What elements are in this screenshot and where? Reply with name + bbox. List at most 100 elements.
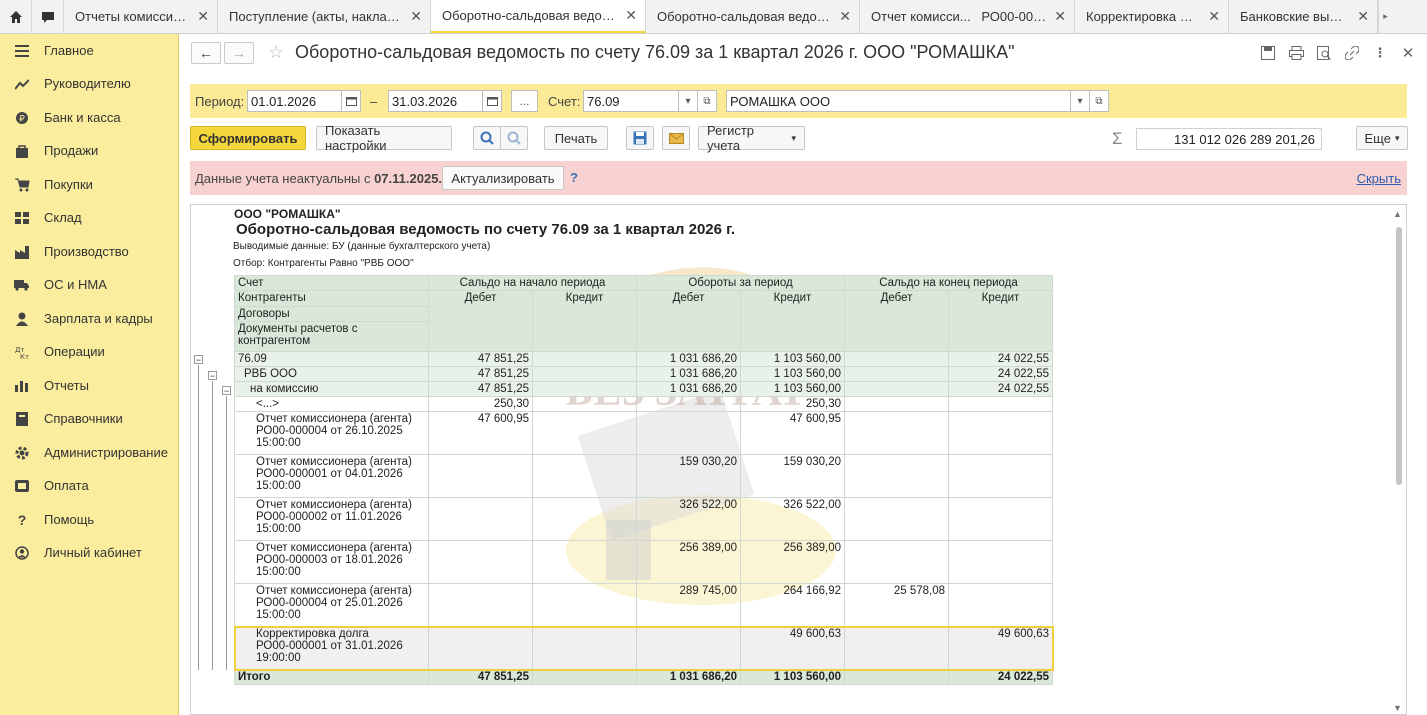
chevron-down-icon[interactable]: ▾ [1070,90,1090,112]
tab-commissioner-reports[interactable]: Отчеты комиссионеров ✕ [64,0,218,33]
sidebar-item-purchases[interactable]: Покупки [0,168,179,201]
more-button[interactable]: Еще ▾ [1356,126,1408,150]
collapse-icon[interactable]: − [194,355,203,365]
tab-osv-active[interactable]: Оборотно-сальдовая ведомо... ✕ [431,0,646,33]
cell-turnover-credit: 1 103 560,00 [740,351,845,367]
collapse-icon[interactable]: − [208,371,217,381]
search-button[interactable] [473,126,501,150]
register-dropdown[interactable]: Регистр учета ▾ [698,123,805,153]
scroll-down-icon[interactable]: ▼ [1393,703,1402,713]
sidebar-item-directories[interactable]: Справочники [0,402,179,435]
cell-closing-credit: 24 022,55 [948,366,1053,382]
generate-button[interactable]: Сформировать [190,126,306,150]
print-icon[interactable] [1287,44,1305,62]
open-icon[interactable]: ⧉ [1089,90,1109,112]
tree-line [198,365,199,670]
table-row[interactable]: Отчет комиссионера (агента) РО00-000001 … [234,454,1053,498]
cell-turnover-credit: 264 166,92 [740,583,845,627]
preview-icon[interactable] [1315,44,1333,62]
collapse-icon[interactable]: − [222,386,231,396]
print-button[interactable]: Печать [544,126,608,150]
back-button[interactable]: ← [191,42,221,64]
close-icon[interactable]: ✕ [1054,8,1066,25]
hide-link[interactable]: Скрыть [1357,171,1401,186]
link-icon[interactable] [1343,44,1361,62]
table-row[interactable]: Отчет комиссионера (агента) РО00-000004 … [234,583,1053,627]
sidebar-item-label: Склад [44,210,82,225]
organization-field[interactable]: РОМАШКА ООО [726,90,1071,112]
forward-button[interactable]: → [224,42,254,64]
sidebar-item-payment[interactable]: Оплата [0,469,179,502]
chevron-down-icon[interactable]: ▾ [678,90,698,112]
close-icon[interactable]: ✕ [197,8,209,25]
sidebar-item-salary[interactable]: Зарплата и кадры [0,302,179,335]
sum-field[interactable]: 131 012 026 289 201,26 [1136,128,1322,150]
table-row[interactable]: 76.09 47 851,25 1 031 686,20 1 103 560,0… [234,351,1053,367]
gear-icon [0,446,44,460]
tab-receipts[interactable]: Поступление (акты, накладн... ✕ [218,0,431,33]
register-label: Регистр учета [707,123,755,153]
tab-bank-statements[interactable]: Банковские выписки ✕ [1229,0,1378,33]
table-row[interactable]: <...> 250,30 250,30 [234,396,1053,412]
scroll-up-icon[interactable]: ▲ [1393,209,1402,219]
total-row[interactable]: Итого 47 851,25 1 031 686,20 1 103 560,0… [234,669,1053,685]
table-row[interactable]: РВБ ООО 47 851,25 1 031 686,20 1 103 560… [234,366,1053,382]
save-icon[interactable] [1259,44,1277,62]
update-button[interactable]: Актуализировать [442,166,564,190]
close-icon[interactable]: ✕ [1399,44,1417,62]
sidebar-item-production[interactable]: Производство [0,235,179,268]
menu-icon [0,44,44,57]
close-icon[interactable]: ✕ [1208,8,1220,25]
close-icon[interactable]: ✕ [625,7,637,24]
sidebar-item-warehouse[interactable]: Склад [0,201,179,234]
cell-closing-credit: 24 022,55 [948,351,1053,367]
open-icon[interactable]: ⧉ [697,90,717,112]
table-row[interactable]: Отчет комиссионера (агента) РО00-000002 … [234,497,1053,541]
arrow-left-icon: ← [199,45,213,61]
sidebar-item-manager[interactable]: Руководителю [0,67,179,100]
more-vertical-icon[interactable]: ⋮ [1371,44,1389,62]
sidebar-item-main[interactable]: Главное [0,34,179,67]
sidebar-item-account[interactable]: Личный кабинет [0,536,179,569]
close-icon[interactable]: ✕ [1357,8,1369,25]
alert-date: 07.11.2025. [374,171,443,186]
table-row[interactable]: Отчет комиссионера (агента) РО00-000003 … [234,540,1053,584]
sidebar-item-admin[interactable]: Администрирование [0,436,179,469]
email-button[interactable] [662,126,690,150]
close-icon[interactable]: ✕ [839,8,851,25]
period-select-button[interactable]: ... [511,90,538,112]
sidebar-item-help[interactable]: ? Помощь [0,503,179,536]
tab-commission-report[interactable]: Отчет комисси... РО00-000004 ✕ [860,0,1075,33]
search-clear-button[interactable] [500,126,528,150]
calendar-icon[interactable] [341,90,361,112]
table-row-selected[interactable]: Корректировка долга РО00-000001 от 31.01… [233,625,1054,671]
table-row[interactable]: на комиссию 47 851,25 1 031 686,20 1 103… [234,381,1053,397]
save-button[interactable] [626,126,654,150]
cell-turnover-credit: 256 389,00 [740,540,845,584]
sidebar-item-bank[interactable]: ₽ Банк и касса [0,101,179,134]
tree-line [212,381,213,670]
chat-icon[interactable] [32,0,64,33]
period-start-field[interactable]: 01.01.2026 [247,90,342,112]
show-settings-button[interactable]: Показать настройки [316,123,452,153]
star-icon[interactable]: ☆ [268,42,284,63]
sidebar-item-sales[interactable]: Продажи [0,134,179,167]
home-icon[interactable] [0,0,32,33]
period-end-field[interactable]: 31.03.2026 [388,90,483,112]
calendar-icon[interactable] [482,90,502,112]
sidebar-item-assets[interactable]: ОС и НМА [0,268,179,301]
sidebar-item-operations[interactable]: Дт Кт Операции [0,335,179,368]
close-icon[interactable]: ✕ [410,8,422,25]
account-field[interactable]: 76.09 [583,90,679,112]
sidebar-item-reports[interactable]: Отчеты [0,369,179,402]
cell-opening-debit: 47 851,25 [428,381,533,397]
cell-closing-credit [948,411,1053,455]
tab-osv[interactable]: Оборотно-сальдовая ведомо... ✕ [646,0,860,33]
help-icon[interactable]: ? [570,170,578,185]
tab-debt-adjustment[interactable]: Корректировка долга ✕ [1075,0,1229,33]
row-name: Отчет комиссионера (агента) РО00-000002 … [234,497,429,541]
tabs-scroll-icon[interactable]: ▸ [1378,0,1392,33]
scrollbar-thumb[interactable] [1396,227,1402,485]
sidebar-item-label: Производство [44,244,129,259]
table-row[interactable]: Отчет комиссионера (агента) РО00-000004 … [234,411,1053,455]
